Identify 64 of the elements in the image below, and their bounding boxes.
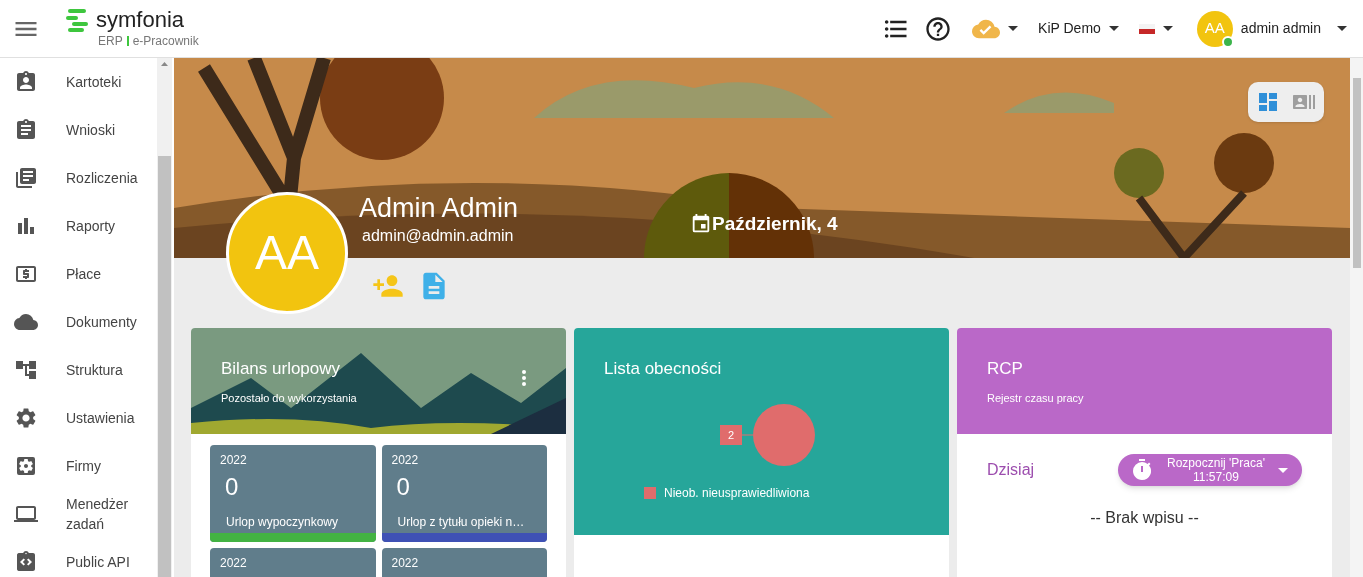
sidebar-item[interactable]: Płace xyxy=(0,250,157,298)
help-button[interactable] xyxy=(924,14,953,43)
caret-icon xyxy=(1008,26,1019,31)
caret-icon xyxy=(1278,467,1288,473)
sidebar-item[interactable]: Raporty xyxy=(0,202,157,250)
card-title: Lista obecności xyxy=(604,358,723,380)
scrollbar[interactable] xyxy=(157,58,172,577)
caret-icon xyxy=(1108,26,1119,31)
tile-value: 0 xyxy=(396,473,411,501)
caret-icon xyxy=(1162,26,1173,31)
profile-name: Admin Admin xyxy=(359,192,519,224)
code-icon xyxy=(14,550,38,574)
card-subtitle: Rejestr czasu pracy xyxy=(987,390,1085,406)
tile-value: 0 xyxy=(225,473,240,501)
tile-year: 2022 xyxy=(220,452,248,469)
tile-year: 2022 xyxy=(391,555,420,572)
separator-bar xyxy=(126,35,129,46)
caret-icon xyxy=(1337,26,1347,31)
logo-icon xyxy=(66,7,88,32)
pie-slice xyxy=(753,403,815,466)
tile-year: 2022 xyxy=(391,452,420,469)
page-scrollbar[interactable] xyxy=(1350,58,1363,577)
flag-icon xyxy=(1138,23,1155,34)
clipboard-icon xyxy=(14,118,38,142)
more-options-button[interactable] xyxy=(522,370,526,386)
sidebar-item[interactable]: Struktura xyxy=(0,346,157,394)
legend-swatch xyxy=(644,486,656,499)
tile-label: Urlop wypoczynkowy xyxy=(226,514,340,531)
legend-label: Nieob. nieusprawiedliwiona xyxy=(664,484,810,502)
start-work-button[interactable]: Rozpocznij 'Praca' 11:57:09 xyxy=(1118,454,1302,486)
sidebar-item[interactable]: Public API xyxy=(0,538,157,577)
current-date: Październik, 4 xyxy=(712,212,838,236)
profile-email: admin@admin.admin xyxy=(362,226,515,246)
data-label: 2 xyxy=(727,428,735,441)
company-dropdown[interactable]: KiP Demo xyxy=(1038,18,1119,39)
tile-label: Urlop z tytułu opieki n… xyxy=(397,514,526,531)
more-vertical-icon xyxy=(522,370,526,386)
language-button[interactable] xyxy=(1138,23,1173,34)
sidebar-item[interactable]: Dokumenty xyxy=(0,298,157,346)
data-label: 2 xyxy=(720,424,754,445)
user-menu[interactable]: AA admin admin xyxy=(1196,10,1347,47)
empty-entry-text: -- Brak wpisu -- xyxy=(1089,508,1200,528)
badge-icon xyxy=(14,70,38,94)
card-subtitle: Pozostało do wykorzystania xyxy=(221,390,357,406)
settings-icon xyxy=(14,406,38,430)
logo-text: symfonia xyxy=(96,7,185,32)
card-title: RCP xyxy=(987,358,1024,380)
documents-icon xyxy=(14,166,38,190)
user-avatar: AA xyxy=(1196,10,1233,47)
stopwatch-icon xyxy=(1130,458,1154,482)
profile-avatar: AA xyxy=(226,192,348,314)
card-title: Bilans urlopowy xyxy=(221,358,341,380)
sidebar-item[interactable]: Firmy xyxy=(0,442,157,490)
sidebar-item[interactable]: Kartoteki xyxy=(0,58,157,106)
hierarchy-icon xyxy=(14,358,38,382)
scroll-up-arrow-icon[interactable] xyxy=(161,62,168,66)
today-label: Dzisiaj xyxy=(987,460,1035,480)
sidebar-item[interactable]: Wnioski xyxy=(0,106,157,154)
sidebar-item[interactable]: Menedżer zadań xyxy=(0,490,157,538)
tile-year: 2022 xyxy=(220,555,248,572)
module-label: e-Pracownik xyxy=(132,32,199,50)
sidebar-item[interactable]: Rozliczenia xyxy=(0,154,157,202)
product-label: ERP xyxy=(98,32,123,50)
sidebar-item[interactable]: Ustawienia xyxy=(0,394,157,442)
